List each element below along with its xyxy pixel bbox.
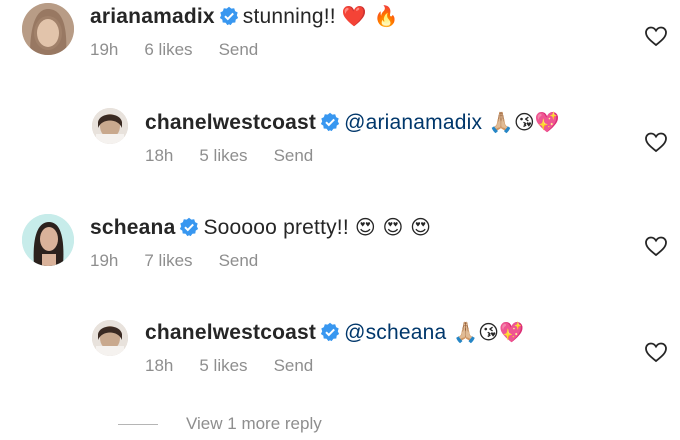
verified-badge-icon (179, 217, 199, 237)
comment-meta: 18h 5 likes Send (145, 145, 339, 167)
username[interactable]: chanelwestcoast (145, 321, 316, 344)
verified-badge-icon (320, 112, 340, 132)
comment-text: Sooooo pretty!! (203, 216, 355, 239)
comment-emoji: ❤️ 🔥 (341, 4, 399, 28)
comment-line: scheana Sooooo pretty!! 😍 😍 😍 (90, 213, 431, 242)
view-more-label: View 1 more reply (186, 414, 322, 433)
likes-count[interactable]: 5 likes (199, 146, 247, 165)
likes-count[interactable]: 6 likes (144, 40, 192, 59)
comment-emoji: 🙏🏼😘💖 (482, 110, 561, 134)
avatar-scheana[interactable] (22, 214, 74, 266)
like-heart-icon[interactable] (644, 130, 668, 154)
comment-meta: 19h 6 likes Send (90, 39, 284, 61)
like-heart-icon[interactable] (644, 24, 668, 48)
likes-count[interactable]: 7 likes (144, 251, 192, 270)
mention-link[interactable]: @arianamadix (344, 111, 482, 134)
comment-emoji: 🙏🏼😘💖 (446, 320, 525, 344)
comment-meta: 18h 5 likes Send (145, 355, 339, 377)
divider-line (118, 424, 158, 426)
send-button[interactable]: Send (274, 356, 314, 375)
comment-line: arianamadix stunning!! ❤️ 🔥 (90, 2, 399, 31)
verified-badge-icon (219, 6, 239, 26)
comment-text: stunning!! (242, 5, 342, 28)
avatar-arianamadix[interactable] (22, 3, 74, 55)
username[interactable]: arianamadix (90, 5, 215, 28)
timestamp: 19h (90, 40, 119, 59)
mention-link[interactable]: @scheana (344, 321, 446, 344)
timestamp: 18h (145, 146, 174, 165)
view-more-replies-button[interactable]: View 1 more reply (118, 414, 322, 434)
verified-badge-icon (320, 322, 340, 342)
comment-line: chanelwestcoast @scheana 🙏🏼😘💖 (145, 318, 524, 347)
send-button[interactable]: Send (219, 40, 259, 59)
timestamp: 19h (90, 251, 119, 270)
comment-emoji: 😍 😍 😍 (354, 215, 432, 239)
avatar-chanelwestcoast[interactable] (92, 320, 128, 356)
timestamp: 18h (145, 356, 174, 375)
username[interactable]: chanelwestcoast (145, 111, 316, 134)
like-heart-icon[interactable] (644, 234, 668, 258)
send-button[interactable]: Send (274, 146, 314, 165)
send-button[interactable]: Send (219, 251, 259, 270)
likes-count[interactable]: 5 likes (199, 356, 247, 375)
comment-line: chanelwestcoast @arianamadix 🙏🏼😘💖 (145, 108, 560, 137)
avatar-chanelwestcoast[interactable] (92, 108, 128, 144)
username[interactable]: scheana (90, 216, 175, 239)
like-heart-icon[interactable] (644, 340, 668, 364)
comment-meta: 19h 7 likes Send (90, 250, 284, 272)
